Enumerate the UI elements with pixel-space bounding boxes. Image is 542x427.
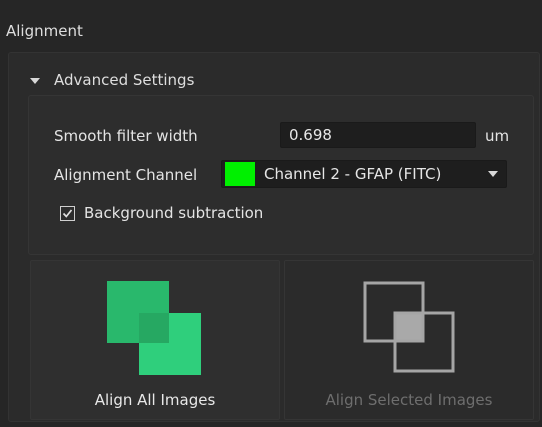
background-subtraction-checkbox[interactable] [60,205,75,221]
align-all-images-icon [107,281,201,375]
alignment-channel-label: Alignment Channel [54,166,198,184]
alignment-channel-select[interactable]: Channel 2 - GFAP (FITC) [221,160,507,188]
dropdown-arrow-icon [488,171,498,177]
smooth-filter-label: Smooth filter width [54,127,198,145]
panel-title: Alignment [6,22,83,40]
alignment-channel-value: Channel 2 - GFAP (FITC) [264,165,442,183]
align-all-images-button[interactable]: Align All Images [30,260,280,420]
checkmark-icon [62,208,73,218]
align-all-images-label: Align All Images [94,391,216,409]
alignment-panel: Alignment Advanced Settings Smooth filte… [0,0,542,427]
background-subtraction-option[interactable]: Background subtraction [60,204,263,222]
channel-color-swatch [225,162,255,186]
align-selected-images-label: Align Selected Images [325,391,493,409]
background-subtraction-label: Background subtraction [84,204,264,222]
align-selected-images-button[interactable]: Align Selected Images [284,260,534,420]
smooth-filter-unit: um [485,127,510,145]
smooth-filter-input[interactable] [280,122,476,148]
advanced-settings-label: Advanced Settings [54,71,195,89]
chevron-down-icon [30,77,40,84]
advanced-settings-toggle[interactable]: Advanced Settings [30,68,194,92]
align-selected-images-icon [363,281,455,373]
